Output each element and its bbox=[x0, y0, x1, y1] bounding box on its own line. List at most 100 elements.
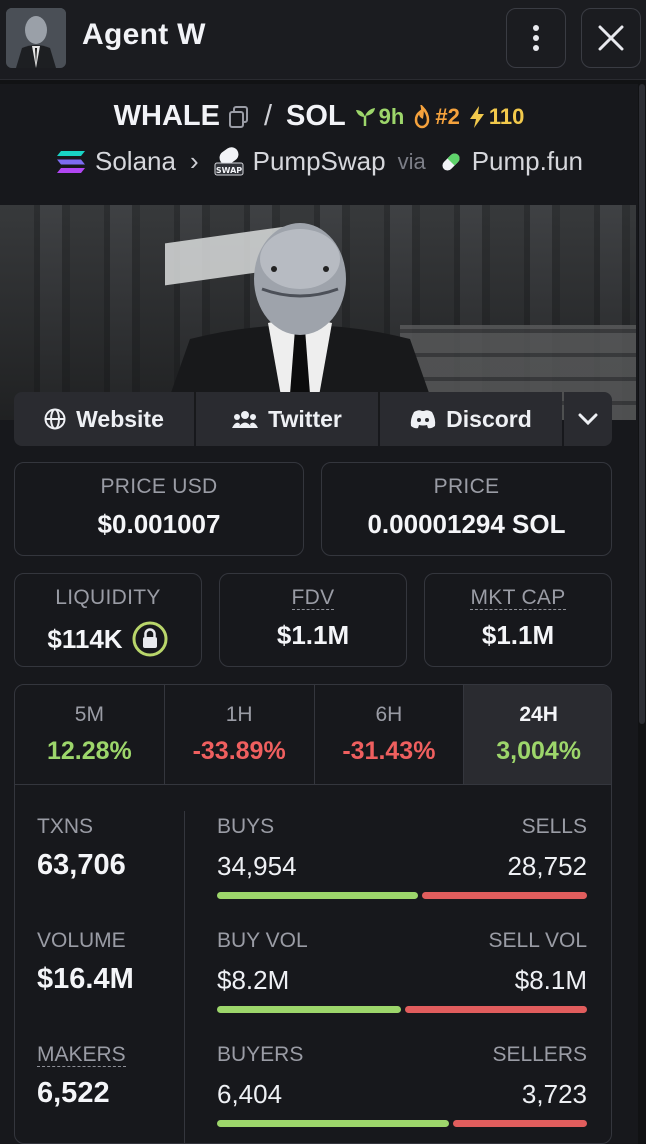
via-label: via bbox=[397, 148, 426, 174]
token-avatar bbox=[6, 8, 66, 68]
timeframe-tabs: 5M 12.28% 1H -33.89% 6H -31.43% 24H 3,00… bbox=[15, 685, 611, 785]
price-usd-label: PRICE USD bbox=[100, 475, 218, 498]
token-banner-image bbox=[0, 205, 636, 420]
lock-icon[interactable] bbox=[131, 620, 169, 658]
solana-icon bbox=[56, 150, 85, 173]
price-native-box: PRICE 0.00001294 SOL bbox=[321, 462, 612, 556]
sell-vol-value: $8.1M bbox=[514, 965, 587, 995]
close-icon bbox=[598, 25, 624, 51]
sell-vol-label: SELL VOL bbox=[488, 929, 587, 952]
price-native-value: 0.00001294 SOL bbox=[367, 509, 566, 539]
launchpad-name[interactable]: Pump.fun bbox=[472, 146, 583, 177]
fdv-value: $1.1M bbox=[276, 620, 350, 650]
makers-split: BUYERS SELLERS 6,404 3,723 bbox=[217, 1043, 587, 1127]
sells-label: SELLS bbox=[521, 815, 587, 838]
volume-bar bbox=[217, 1006, 587, 1013]
liquidity-box: LIQUIDITY $114K bbox=[14, 573, 202, 667]
rank-value: #2 bbox=[435, 103, 460, 129]
tab-24h-label: 24H bbox=[519, 703, 558, 726]
mkt-cap-value: $1.1M bbox=[481, 620, 555, 650]
buys-sells-split: BUYS SELLS 34,954 28,752 bbox=[217, 815, 587, 899]
tab-1h-label: 1H bbox=[225, 703, 253, 726]
sells-bar bbox=[422, 892, 587, 899]
buys-label: BUYS bbox=[217, 815, 275, 838]
buyers-label: BUYERS bbox=[217, 1043, 304, 1066]
mkt-cap-label[interactable]: MKT CAP bbox=[425, 586, 611, 610]
fdv-box: FDV $1.1M bbox=[219, 573, 407, 667]
tab-6h-label: 6H bbox=[375, 703, 403, 726]
flame-icon bbox=[415, 104, 430, 128]
buys-bar bbox=[217, 892, 418, 899]
sellers-value: 3,723 bbox=[521, 1079, 587, 1109]
discord-icon bbox=[410, 410, 436, 429]
sells-value: 28,752 bbox=[507, 851, 587, 881]
users-icon bbox=[232, 411, 259, 428]
more-options-button[interactable] bbox=[506, 8, 566, 68]
pumpswap-icon: SWAP bbox=[214, 146, 244, 175]
dex-name[interactable]: PumpSwap bbox=[253, 146, 386, 177]
txns-value: 63,706 bbox=[37, 849, 126, 881]
website-button[interactable]: Website bbox=[14, 392, 194, 446]
discord-label: Discord bbox=[446, 405, 532, 432]
mkt-cap-box: MKT CAP $1.1M bbox=[424, 573, 612, 667]
liquidity-label: LIQUIDITY bbox=[55, 586, 161, 609]
tab-6h-change: -31.43% bbox=[342, 737, 436, 765]
age-value: 9h bbox=[378, 103, 405, 129]
tab-6h[interactable]: 6H -31.43% bbox=[315, 685, 465, 784]
buyers-bar bbox=[217, 1120, 449, 1127]
makers-value: 6,522 bbox=[37, 1077, 110, 1109]
fdv-label-text: FDV bbox=[291, 586, 335, 610]
buy-vol-label: BUY VOL bbox=[217, 929, 308, 952]
sell-vol-bar bbox=[405, 1006, 587, 1013]
tab-5m-label: 5M bbox=[74, 703, 104, 726]
age-badge: 9h bbox=[354, 103, 405, 130]
tab-24h-change: 3,004% bbox=[496, 737, 582, 765]
buy-vol-value: $8.2M bbox=[217, 965, 290, 995]
volume-label: VOLUME bbox=[37, 929, 126, 952]
volume-split: BUY VOL SELL VOL $8.2M $8.1M bbox=[217, 929, 587, 1013]
more-links-button[interactable] bbox=[564, 392, 612, 446]
volume-stat: VOLUME $16.4M bbox=[37, 929, 134, 996]
price-usd-value: $0.001007 bbox=[97, 509, 221, 539]
close-button[interactable] bbox=[581, 8, 641, 68]
price-usd-box: PRICE USD $0.001007 bbox=[14, 462, 304, 556]
liquidity-value: $114K bbox=[47, 623, 123, 654]
buys-sells-bar bbox=[217, 892, 587, 899]
scrollbar[interactable] bbox=[638, 84, 646, 1144]
boost-badge: 110 bbox=[468, 103, 525, 130]
twitter-button[interactable]: Twitter bbox=[196, 392, 378, 446]
tab-5m-change: 12.28% bbox=[46, 737, 132, 765]
rank-badge: #2 bbox=[412, 103, 460, 130]
pair-header: WHALE / SOL 9h #2 110 bbox=[0, 100, 638, 133]
makers-label[interactable]: MAKERS bbox=[37, 1043, 126, 1067]
chevron-down-icon bbox=[578, 413, 598, 425]
quote-symbol: SOL bbox=[286, 100, 346, 132]
price-native-label: PRICE bbox=[433, 475, 500, 498]
txns-stat: TXNS 63,706 bbox=[37, 815, 126, 882]
fdv-label[interactable]: FDV bbox=[220, 586, 406, 610]
chain-name[interactable]: Solana bbox=[95, 146, 176, 177]
svg-text:SWAP: SWAP bbox=[215, 166, 241, 175]
buyers-value: 6,404 bbox=[217, 1079, 283, 1109]
twitter-label: Twitter bbox=[268, 405, 342, 432]
tab-24h[interactable]: 24H 3,004% bbox=[464, 685, 611, 784]
sellers-bar bbox=[453, 1120, 587, 1127]
tab-1h-change: -33.89% bbox=[192, 737, 286, 765]
tab-5m[interactable]: 5M 12.28% bbox=[15, 685, 165, 784]
kebab-icon bbox=[533, 25, 539, 51]
lightning-icon bbox=[469, 105, 484, 128]
token-symbol: WHALE bbox=[113, 100, 220, 132]
copy-icon[interactable] bbox=[228, 105, 250, 129]
buys-value: 34,954 bbox=[217, 851, 297, 881]
scroll-thumb[interactable] bbox=[639, 84, 645, 724]
chain-breadcrumb: Solana › SWAP PumpSwap via Pump.fun bbox=[0, 146, 638, 177]
chevron-right-icon: › bbox=[189, 146, 199, 176]
makers-label-text: MAKERS bbox=[37, 1043, 126, 1067]
whale-agent-illustration bbox=[161, 223, 439, 420]
app-title: Agent W bbox=[82, 18, 206, 51]
buyers-sellers-bar bbox=[217, 1120, 587, 1127]
boost-value: 110 bbox=[488, 103, 525, 129]
tab-1h[interactable]: 1H -33.89% bbox=[165, 685, 315, 784]
pair-separator: / bbox=[263, 100, 273, 132]
discord-button[interactable]: Discord bbox=[380, 392, 562, 446]
